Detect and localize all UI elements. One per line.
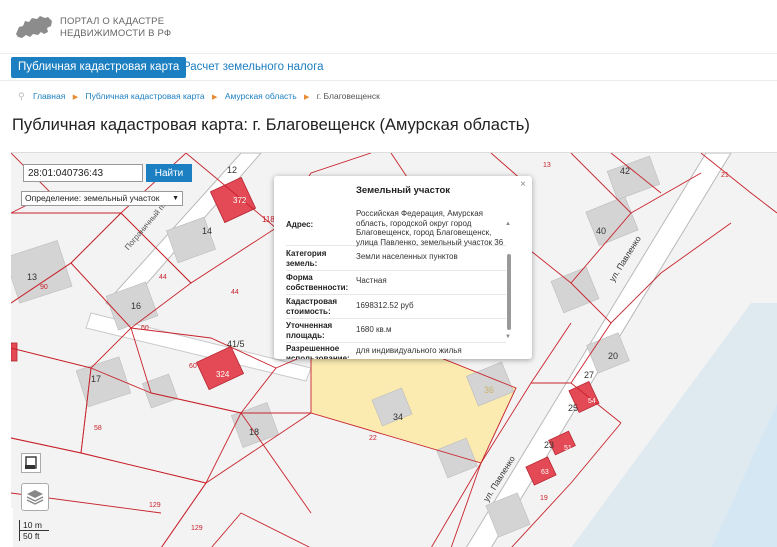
parcel-label: 21 (721, 172, 729, 179)
layers-icon (26, 490, 44, 505)
mode-value: земельный участок (83, 193, 160, 203)
scale-imperial: 50 ft (19, 531, 43, 541)
parcel-label: 44 (231, 289, 239, 296)
popup-row-cadastral-value: Кадастровая стоимость: 1698312.52 руб (286, 297, 506, 319)
parcel-label: 17 (91, 374, 102, 384)
identification-mode-select[interactable]: Определение: земельный участок ▼ (21, 191, 183, 206)
parcel-label: 40 (596, 226, 607, 236)
land-parcel-popup: Земельный участок × Адрес: Российская Фе… (274, 176, 532, 359)
mode-label: Определение: (25, 193, 82, 203)
building-label: 51 (564, 445, 572, 452)
breadcrumb-separator-icon: ▶ (72, 94, 79, 101)
popup-row-ownership: Форма собственности: Частная (286, 273, 506, 295)
building-label: 372 (233, 196, 247, 205)
cadastral-number-search-input[interactable] (23, 164, 143, 182)
parcel-label: 12 (227, 165, 238, 175)
parcel-label: 14 (202, 226, 213, 236)
parcel-label: 34 (393, 412, 404, 422)
parcel-label: 16 (131, 301, 142, 311)
site-logo-text[interactable]: ПОРТАЛ О КАДАСТРЕ НЕДВИЖИМОСТИ В РФ (60, 16, 260, 40)
location-pin-icon: ⚲ (18, 91, 25, 101)
popup-label: Разрешенное использование: (286, 344, 350, 359)
tab-public-cadastral-map[interactable]: Публичная кадастровая карта (11, 57, 187, 78)
parcel-label: 19 (540, 495, 548, 502)
popup-value: Российская Федерация, Амурская область, … (356, 209, 504, 247)
breadcrumb-current-city: г. Благовещенск (316, 91, 380, 101)
parcel-label: 129 (191, 525, 203, 532)
parcel-label: 44 (159, 274, 167, 281)
parcel-label: 58 (94, 425, 102, 432)
cadastral-map[interactable]: 12 372 118 14 13 90 44 44 16 60 60 41/5 … (11, 152, 777, 547)
breadcrumb-region[interactable]: Амурская область (225, 91, 297, 101)
popup-label: Кадастровая стоимость: (286, 297, 338, 316)
russia-map-logo-icon[interactable] (14, 12, 54, 42)
parcel-label: 41/5 (227, 339, 245, 349)
popup-row-area: Уточненная площадь: 1680 кв.м (286, 321, 506, 343)
page-title: Публичная кадастровая карта: г. Благовещ… (12, 116, 530, 134)
popup-value: для индивидуального жилья (356, 346, 462, 355)
scale-metric: 10 m (19, 520, 49, 531)
building-label: 63 (541, 469, 549, 476)
parcel-label: 60 (141, 325, 149, 332)
breadcrumb-separator-icon: ▶ (304, 94, 310, 101)
logo-line-2: НЕДВИЖИМОСТИ В РФ (60, 28, 172, 39)
popup-value: 1680 кв.м (356, 325, 392, 334)
search-button[interactable]: Найти (146, 164, 192, 182)
popup-title: Земельный участок (355, 185, 451, 196)
parcel-label: 90 (40, 284, 48, 291)
parcel-label: 27 (584, 370, 595, 380)
tab-land-tax-calculation[interactable]: Расчет земельного налога (176, 57, 331, 78)
popup-row-address: Адрес: Российская Федерация, Амурская об… (286, 209, 506, 247)
main-nav: Публичная кадастровая карта Расчет земел… (0, 57, 777, 81)
popup-row-category: Категория земель: Земли населенных пункт… (286, 249, 506, 271)
scroll-down-icon[interactable]: ▼ (505, 334, 511, 340)
popup-value: 1698312.52 руб (356, 301, 414, 310)
popup-scrollbar[interactable] (507, 254, 511, 330)
document-icon (25, 456, 37, 469)
parcel-label: 60 (189, 363, 197, 370)
parcel-label: 25 (568, 403, 579, 413)
parcel-label: 129 (149, 502, 161, 509)
breadcrumb-home[interactable]: Главная (33, 91, 65, 101)
chevron-down-icon: ▼ (172, 195, 179, 202)
popup-row-permitted-use: Разрешенное использование: для индивидуа… (286, 344, 506, 359)
parcel-label: 18 (249, 427, 260, 437)
layers-button[interactable] (21, 483, 49, 511)
parcel-label: 13 (27, 272, 38, 282)
map-scale: 10 m 50 ft (19, 520, 49, 541)
parcel-label: 23 (544, 440, 555, 450)
popup-label: Форма собственности: (286, 273, 349, 292)
popup-value: Земли населенных пунктов (356, 252, 458, 261)
building-label: 54 (588, 398, 596, 405)
breadcrumb-separator-icon: ▶ (212, 94, 218, 101)
parcel-label: 42 (620, 166, 631, 176)
popup-label: Уточненная площадь: (286, 321, 333, 340)
popup-label: Адрес: (286, 220, 314, 229)
parcel-label: 118 (262, 215, 275, 224)
close-icon[interactable]: × (520, 179, 526, 190)
breadcrumb: ⚲ Главная ▶ Публичная кадастровая карта … (18, 89, 380, 103)
popup-label: Категория земель: (286, 249, 327, 268)
logo-line-1: ПОРТАЛ О КАДАСТРЕ (60, 16, 165, 27)
site-header: ПОРТАЛ О КАДАСТРЕ НЕДВИЖИМОСТИ В РФ (0, 0, 777, 54)
parcel-label: 36 (484, 385, 495, 395)
parcel-label: 20 (608, 351, 619, 361)
parcel-label: 22 (369, 435, 377, 442)
popup-value: Частная (356, 276, 387, 285)
building-label: 324 (216, 370, 230, 379)
parcel-label: 13 (543, 162, 551, 169)
breadcrumb-cadastral-map[interactable]: Публичная кадастровая карта (85, 91, 204, 101)
print-tool-button[interactable] (21, 453, 41, 473)
scroll-up-icon[interactable]: ▲ (505, 221, 511, 227)
